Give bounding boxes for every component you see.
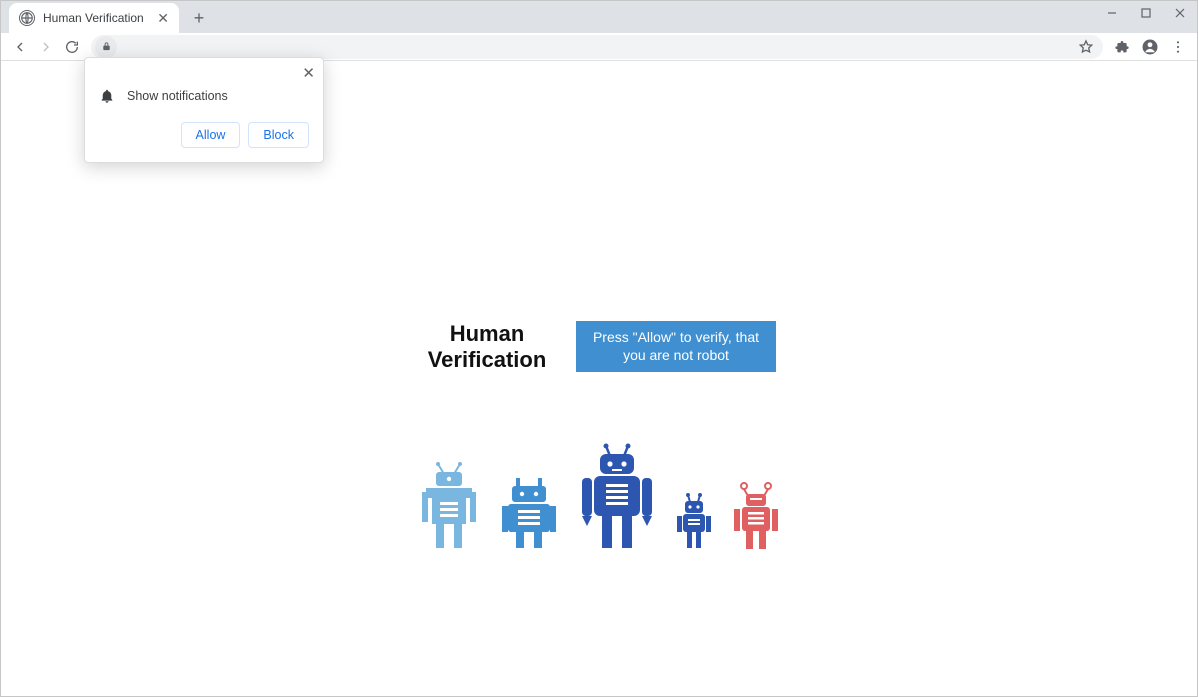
profile-icon[interactable] <box>1137 34 1163 60</box>
minimize-icon[interactable] <box>1095 1 1129 25</box>
page-viewport: ✕ Show notifications Allow Block Human V… <box>2 61 1196 695</box>
popup-text: Show notifications <box>127 89 228 103</box>
page-content: Human Verification Press "Allow" to veri… <box>2 321 1196 550</box>
window-controls <box>1095 1 1197 25</box>
robot-illustration <box>418 442 780 550</box>
browser-titlebar: Human Verification ✕ + <box>1 1 1197 33</box>
extensions-icon[interactable] <box>1109 34 1135 60</box>
bell-icon <box>99 88 115 104</box>
tab-close-icon[interactable]: ✕ <box>157 10 169 27</box>
bookmark-star-icon[interactable] <box>1073 39 1099 55</box>
browser-tab[interactable]: Human Verification ✕ <box>9 3 179 33</box>
robot-icon <box>732 480 780 550</box>
tab-title: Human Verification <box>43 11 151 25</box>
forward-button[interactable] <box>33 34 59 60</box>
robot-icon <box>500 478 558 550</box>
menu-icon[interactable] <box>1165 34 1191 60</box>
maximize-icon[interactable] <box>1129 1 1163 25</box>
popup-close-icon[interactable]: ✕ <box>302 64 315 82</box>
close-window-icon[interactable] <box>1163 1 1197 25</box>
instruction-banner: Press "Allow" to verify, that you are no… <box>576 321 776 372</box>
lock-icon[interactable] <box>95 36 117 58</box>
back-button[interactable] <box>7 34 33 60</box>
globe-icon <box>19 10 35 26</box>
address-bar[interactable] <box>91 35 1103 59</box>
allow-button[interactable]: Allow <box>181 122 241 148</box>
robot-icon <box>676 492 712 550</box>
notification-permission-popup: ✕ Show notifications Allow Block <box>84 57 324 163</box>
reload-button[interactable] <box>59 34 85 60</box>
block-button[interactable]: Block <box>248 122 309 148</box>
robot-icon <box>418 460 480 550</box>
address-input[interactable] <box>117 39 1073 54</box>
robot-icon <box>578 442 656 550</box>
page-heading: Human Verification <box>422 321 552 372</box>
new-tab-button[interactable]: + <box>185 4 213 32</box>
